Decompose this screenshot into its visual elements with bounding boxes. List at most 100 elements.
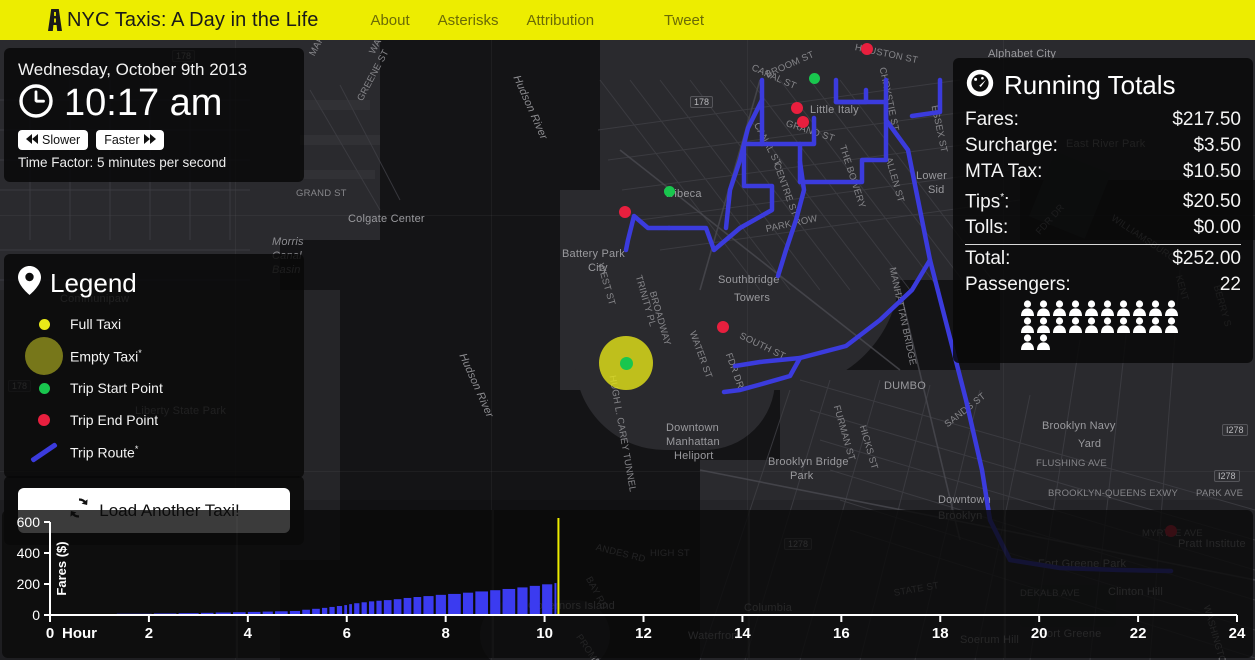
person-icon [1037,317,1050,334]
chart-x-axis-label: Hour [62,625,97,642]
fast-forward-icon [143,133,156,147]
legend-asterisk: * [138,347,142,358]
nav-about[interactable]: About [356,12,423,29]
slower-button[interactable]: Slower [18,130,89,150]
rewind-icon [26,133,38,147]
person-icon [1069,300,1082,317]
trip-end-marker[interactable] [717,321,729,333]
chart-x-tick-label: 22 [1130,625,1147,642]
map-pin-icon [18,266,41,300]
chart-bar [369,601,375,615]
legend-swatch [18,441,70,463]
totals-row-label: Tolls: [965,217,1009,239]
chart-bar [383,600,392,615]
sim-time-row: 10:17 am [18,82,290,124]
trip-start-marker[interactable] [808,72,820,84]
totals-rows: Fares: $217.50 Surcharge: $3.50 MTA Tax: $10.… [965,107,1241,241]
totals-row-value: $20.50 [1182,191,1241,213]
chart-x-tick-label: 18 [932,625,949,642]
person-icon [1133,300,1146,317]
chart-bar [354,603,360,615]
chart-bar [349,604,352,615]
fares-chart[interactable]: 0200400600Fares ($)0 2 4 6 8 10 12 14 16 18 20 22 24… [2,510,1253,658]
chart-bar [336,606,343,615]
legend-item: Trip Route* [18,436,290,468]
clock-panel: Wednesday, October 9th 2013 10:17 am Slo… [4,48,304,182]
chart-x-tick-label: 6 [343,625,351,642]
chart-x-tick-label: 12 [635,625,652,642]
totals-row-label: Fares: [965,109,1019,130]
time-factor-label: Time Factor: 5 minutes per second [18,155,227,170]
totals-asterisk: * [1000,192,1005,203]
chart-bar [423,596,434,615]
chart-bar [448,593,461,615]
person-icon [1117,317,1130,334]
person-icon [1053,317,1066,334]
chart-y-axis-label: Fares ($) [54,541,69,595]
faster-button[interactable]: Faster [96,130,164,150]
chart-bar [403,597,412,615]
nav-attribution[interactable]: Attribution [513,12,609,29]
nav-links: About Asterisks Attribution Tweet [356,12,718,29]
nav-tweet[interactable]: Tweet [650,12,718,29]
totals-row-label: Tips*: [965,191,1010,213]
chart-bar [517,587,528,615]
chart-y-tick-label: 600 [17,514,41,530]
person-icon [1021,300,1034,317]
legend-item-label: Trip Start Point [70,380,163,396]
top-navbar: NYC Taxis: A Day in the Life About Aster… [0,0,1255,40]
chart-bar [435,594,446,615]
legend-item-label: Empty Taxi* [70,347,142,365]
person-icon [1085,317,1098,334]
legend-item-label: Trip Route* [70,443,139,461]
chart-x-tick-label: 10 [536,625,553,642]
legend-panel: Legend Full Taxi Empty Taxi* Trip Start Po… [4,254,304,478]
dot-green-icon [38,382,50,394]
legend-item-label: Full Taxi [70,316,122,332]
legend-rows: Full Taxi Empty Taxi* Trip Start Point Trip… [18,308,290,468]
nav-asterisks[interactable]: Asterisks [424,12,513,29]
trip-end-marker[interactable] [791,102,803,114]
passengers-label: Passengers: [965,274,1071,296]
total-label: Total: [965,248,1011,270]
chart-bar [554,583,557,615]
totals-row: Fares: $217.50 [965,107,1241,133]
road-icon [46,9,64,31]
legend-item: Trip End Point [18,404,290,436]
totals-divider [965,244,1241,246]
chart-x-tick-label: 8 [441,625,449,642]
map-canvas[interactable]: MARIN BLVDWASHIGREENE STGRAND STColgate … [0,40,1255,660]
person-icon [1101,317,1114,334]
chart-bar [329,606,335,615]
running-totals-panel: Running Totals Fares: $217.50 Surcharge: $3… [953,58,1253,364]
trip-end-marker[interactable] [619,206,631,218]
person-icon [1021,334,1034,351]
brand[interactable]: NYC Taxis: A Day in the Life [46,9,318,32]
legend-asterisk: * [134,443,139,454]
legend-item: Trip Start Point [18,372,290,404]
trip-end-marker[interactable] [797,116,809,128]
chart-bar [344,605,348,615]
trip-end-marker[interactable] [861,43,873,55]
person-icon [1133,317,1146,334]
total-value: $252.00 [1172,248,1241,270]
chart-bar [393,599,402,615]
taxi-marker-dot[interactable] [619,356,633,370]
chart-bar [502,588,516,615]
totals-row: Tips*: $20.50 [965,185,1241,215]
legend-item-label: Trip End Point [70,412,159,428]
legend-item: Empty Taxi* [18,337,290,375]
passenger-icons [1020,300,1190,351]
person-icon [1149,300,1162,317]
trip-start-marker[interactable] [663,185,675,197]
legend-swatch [18,414,70,426]
legend-title: Legend [50,267,137,298]
totals-row-value: $217.50 [1172,109,1241,130]
person-icon [1037,300,1050,317]
chart-bar [322,607,328,615]
person-icon [1165,300,1178,317]
totals-row-label: Surcharge: [965,135,1058,156]
chart-bar [490,590,501,615]
passengers-row: Passengers: 22 [965,272,1241,298]
totals-row-value: $3.50 [1193,135,1241,156]
